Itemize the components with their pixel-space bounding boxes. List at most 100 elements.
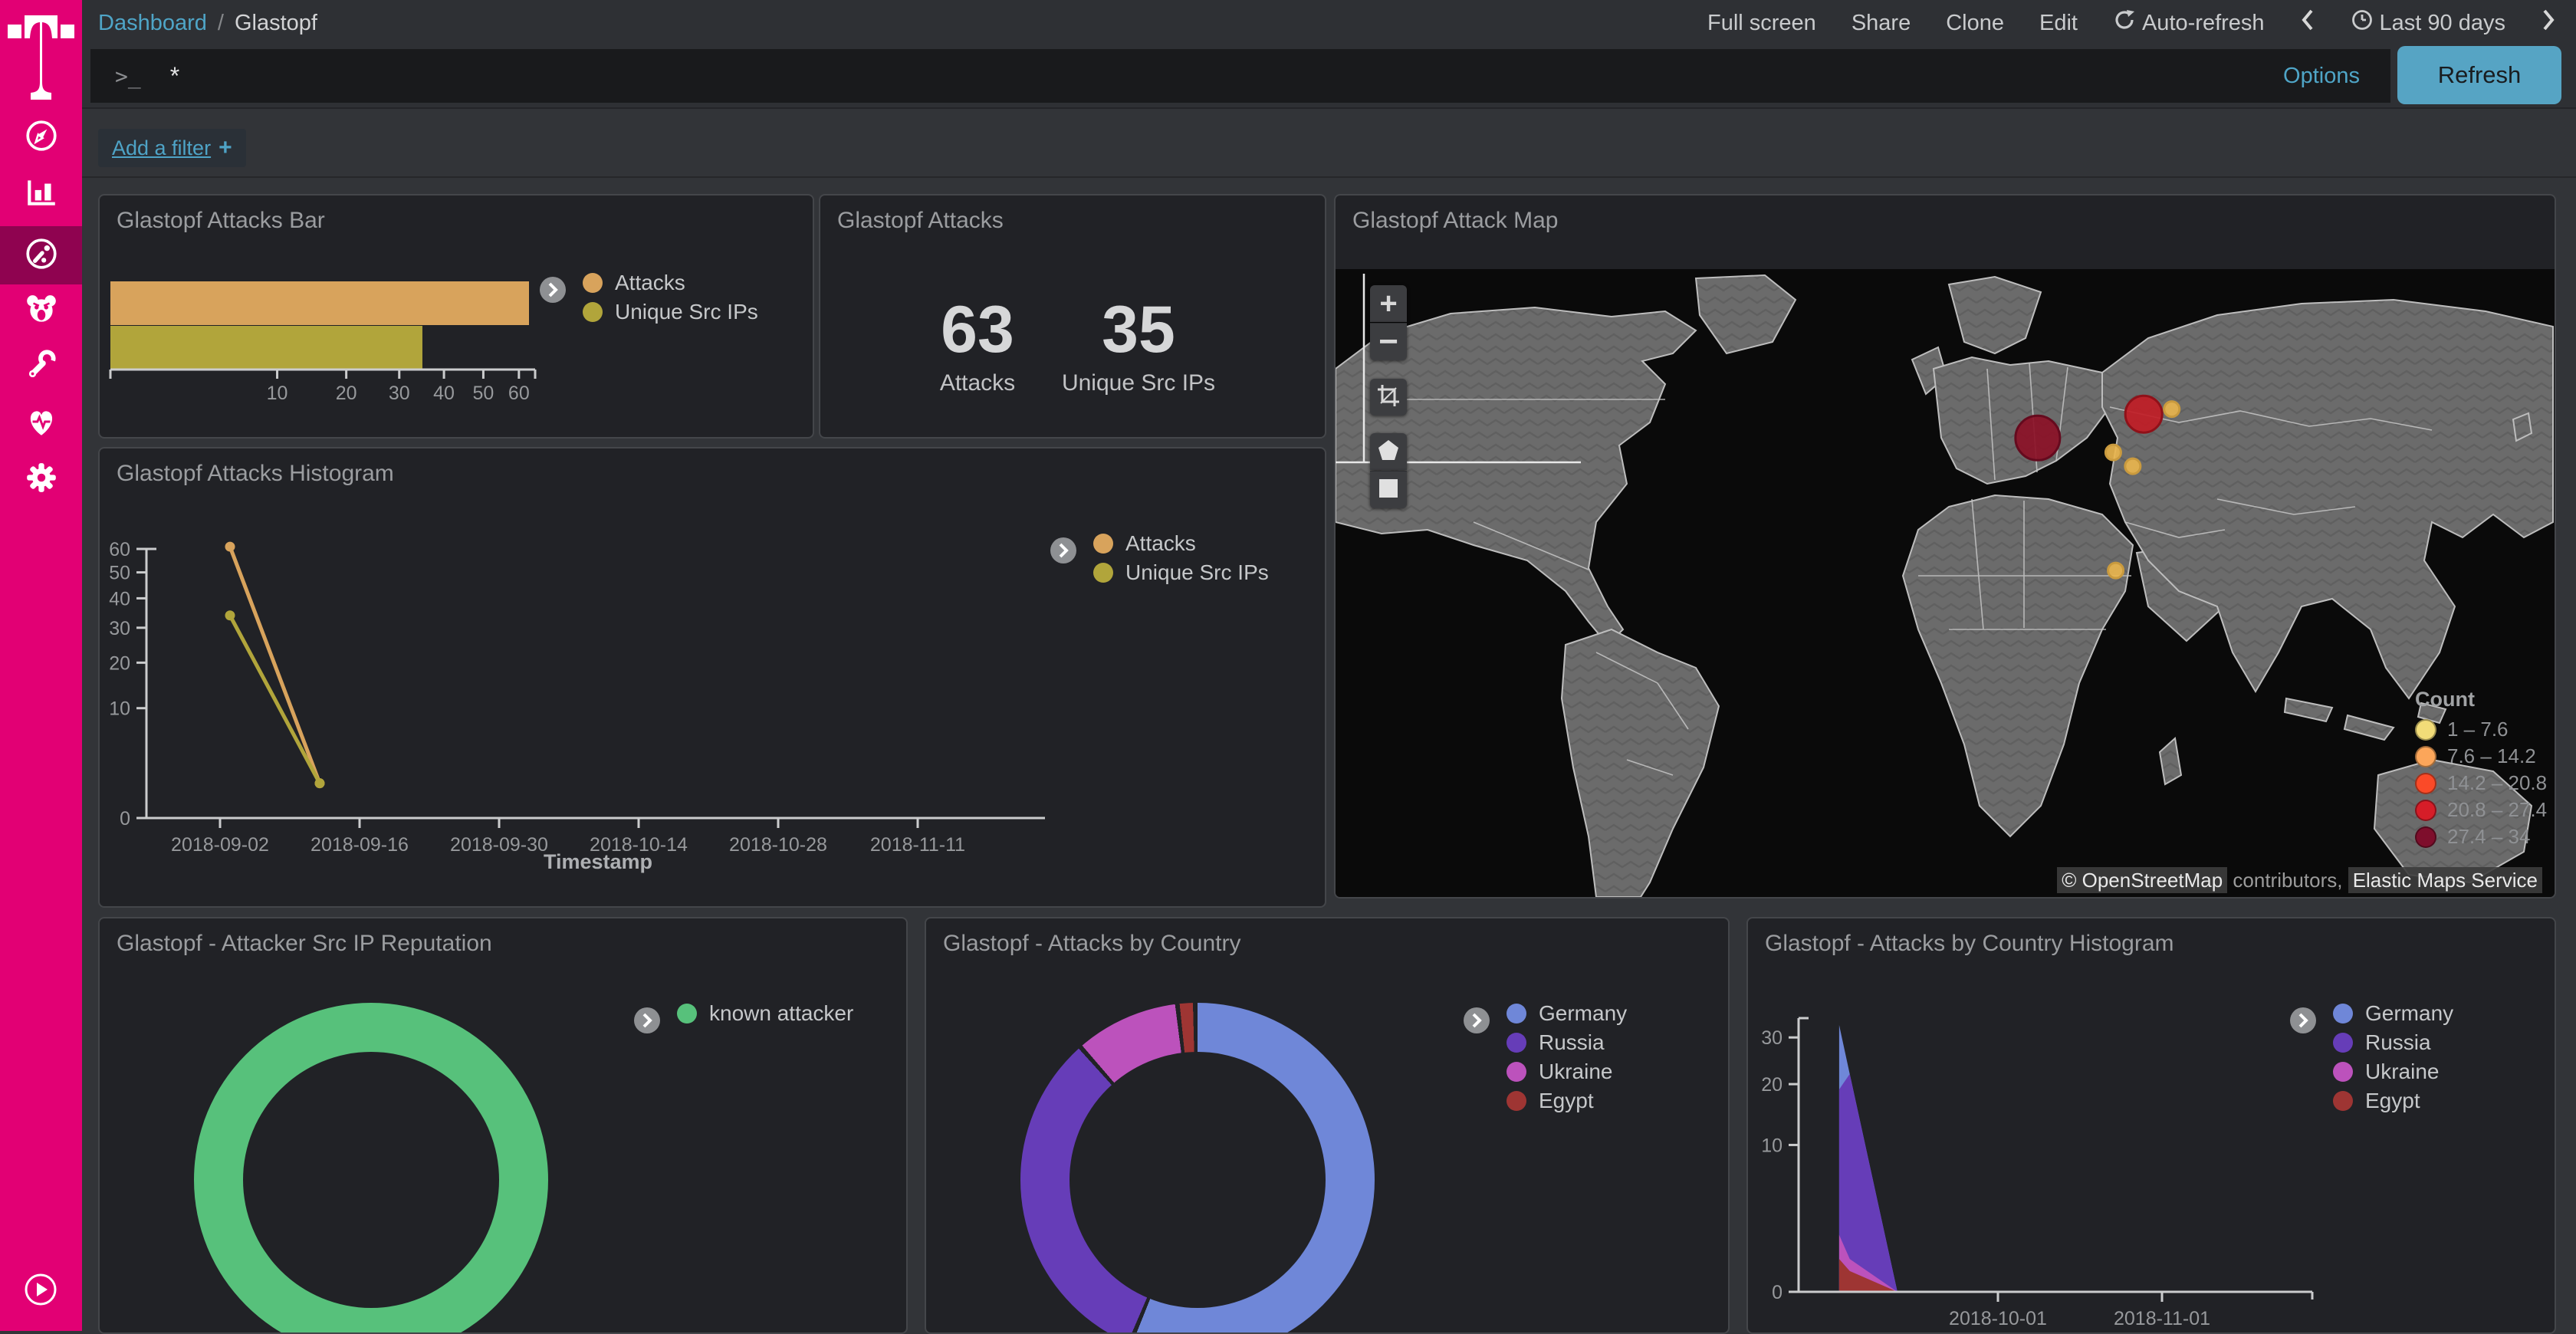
legend-color-dot	[2415, 746, 2436, 767]
attribution-link[interactable]: © OpenStreetMap	[2057, 867, 2227, 893]
legend-toggle-button[interactable]	[540, 277, 566, 303]
svg-text:50: 50	[109, 563, 130, 584]
legend-color-dot	[2415, 719, 2436, 741]
auto-refresh-button[interactable]: Auto-refresh	[2113, 8, 2265, 38]
square-icon	[1378, 478, 1398, 502]
attack-location-dot[interactable]	[2108, 563, 2124, 578]
map-legend: Count 1 – 7.67.6 – 14.214.2 – 20.820.8 –…	[2415, 688, 2547, 850]
svg-text:30: 30	[109, 618, 130, 639]
plus-icon: +	[219, 135, 232, 161]
sidebar-item-honeypot[interactable]	[0, 282, 82, 340]
breadcrumb-dashboard-link[interactable]: Dashboard	[98, 11, 207, 36]
svg-text:10: 10	[109, 698, 130, 720]
sidebar-collapse-button[interactable]	[24, 1273, 58, 1306]
legend-item[interactable]: Russia	[2333, 1030, 2431, 1056]
polygon-icon	[1378, 439, 1399, 465]
svg-text:2018-10-28: 2018-10-28	[729, 834, 827, 856]
legend-color-dot	[583, 302, 603, 322]
refresh-cycle-icon	[2113, 8, 2136, 38]
legend-item[interactable]: Germany	[1506, 1001, 1627, 1027]
clone-button[interactable]: Clone	[1946, 11, 2004, 36]
legend-label: 1 – 7.6	[2447, 718, 2509, 741]
metric-label: Unique Src IPs	[1050, 370, 1227, 396]
panel-country-histogram: Glastopf - Attacks by Country Histogram …	[1746, 917, 2556, 1334]
legend-label: 14.2 – 20.8	[2447, 771, 2547, 795]
dashboard-icon	[24, 236, 59, 275]
fit-bounds-button[interactable]	[1370, 379, 1407, 416]
zoom-in-button[interactable]: +	[1370, 285, 1407, 322]
kibana-dashboard: { "sidebar": { "icons": ["compass-icon",…	[0, 0, 2576, 1331]
metric-value: 35	[1050, 297, 1227, 363]
svg-text:2018-09-16: 2018-09-16	[310, 834, 409, 856]
map-attribution: © OpenStreetMap contributors, Elastic Ma…	[2057, 869, 2542, 892]
attribution-text: contributors,	[2227, 869, 2348, 892]
legend-toggle-button[interactable]	[1050, 537, 1076, 564]
legend-label: Ukraine	[2365, 1060, 2439, 1084]
legend-color-dot	[2333, 1062, 2353, 1082]
legend-color-dot	[2415, 800, 2436, 821]
draw-rectangle-button[interactable]	[1370, 471, 1407, 508]
attack-location-dot[interactable]	[2164, 402, 2180, 417]
legend-item[interactable]: Ukraine	[1506, 1059, 1612, 1085]
plus-icon: +	[1379, 287, 1397, 321]
zoom-out-button[interactable]: −	[1370, 323, 1407, 360]
panel-src-ip-reputation: Glastopf - Attacker Src IP Reputation kn…	[98, 917, 908, 1334]
share-button[interactable]: Share	[1852, 11, 1911, 36]
legend-color-dot	[2415, 826, 2436, 848]
legend-item[interactable]: Attacks	[583, 270, 685, 296]
sidebar-item-dashboard[interactable]	[0, 226, 82, 284]
gear-icon	[24, 460, 59, 499]
legend-item[interactable]: known attacker	[677, 1001, 853, 1027]
legend-item[interactable]: Unique Src IPs	[1093, 560, 1269, 586]
legend-toggle-button[interactable]	[2290, 1007, 2316, 1033]
sidebar-item-discover[interactable]	[0, 108, 82, 166]
legend-item[interactable]: Attacks	[1093, 531, 1196, 557]
legend-item[interactable]: Egypt	[1506, 1088, 1594, 1114]
compass-icon	[24, 118, 59, 157]
legend-item[interactable]: Germany	[2333, 1001, 2453, 1027]
world-map[interactable]: + − Count 1 – 7.67.6 – 14.214.2 – 20.820…	[1336, 269, 2555, 897]
attribution-link[interactable]: Elastic Maps Service	[2348, 867, 2542, 893]
svg-text:50: 50	[473, 383, 495, 404]
telekom-logo[interactable]	[6, 11, 76, 101]
legend-label: Egypt	[2365, 1089, 2420, 1113]
sidebar-item-devtools[interactable]	[0, 338, 82, 396]
sidebar-item-visualize[interactable]	[0, 164, 82, 222]
attack-location-dot[interactable]	[2125, 396, 2162, 432]
sidebar-item-management[interactable]	[0, 450, 82, 508]
attack-location-dot[interactable]	[2125, 458, 2141, 474]
edit-button[interactable]: Edit	[2039, 11, 2078, 36]
legend-color-dot	[2333, 1091, 2353, 1111]
svg-text:30: 30	[1761, 1027, 1783, 1049]
sidebar-item-monitoring[interactable]	[0, 394, 82, 452]
attack-location-dot[interactable]	[2016, 416, 2060, 460]
options-link[interactable]: Options	[2283, 64, 2360, 89]
query-value[interactable]: *	[170, 62, 179, 90]
time-back-button[interactable]	[2300, 8, 2315, 38]
metric-value: 63	[897, 297, 1058, 363]
legend-label: Russia	[1539, 1030, 1605, 1055]
legend-item[interactable]: Egypt	[2333, 1088, 2420, 1114]
donut-chart-reputation[interactable]	[194, 1003, 548, 1334]
legend-item[interactable]: Russia	[1506, 1030, 1605, 1056]
panel-attacks-bar: Glastopf Attacks Bar 102030405060 Attack…	[98, 194, 814, 439]
time-forward-button[interactable]	[2541, 8, 2556, 38]
donut-chart-country[interactable]	[1020, 1003, 1375, 1334]
full-screen-button[interactable]: Full screen	[1707, 11, 1816, 36]
filter-bar: Add a filter +	[82, 109, 2576, 178]
attack-location-dot[interactable]	[2105, 445, 2121, 460]
refresh-button[interactable]: Refresh	[2397, 46, 2561, 104]
panel-attacks-metric: Glastopf Attacks 63 Attacks 35 Unique Sr…	[819, 194, 1326, 439]
legend-toggle-button[interactable]	[1464, 1007, 1490, 1033]
svg-text:2018-10-01: 2018-10-01	[1949, 1308, 2047, 1329]
legend-item[interactable]: Unique Src IPs	[583, 299, 758, 325]
legend-item[interactable]: Ukraine	[2333, 1059, 2439, 1085]
search-input[interactable]: >_ * Options	[90, 49, 2390, 103]
map-legend-item: 27.4 – 34	[2415, 823, 2547, 850]
add-filter-button[interactable]: Add a filter +	[98, 129, 246, 167]
draw-polygon-button[interactable]	[1370, 433, 1407, 470]
svg-text:20: 20	[109, 652, 130, 674]
time-range-button[interactable]: Last 90 days	[2351, 8, 2505, 38]
breadcrumb: Dashboard / Glastopf	[98, 11, 317, 36]
legend-toggle-button[interactable]	[634, 1007, 660, 1033]
